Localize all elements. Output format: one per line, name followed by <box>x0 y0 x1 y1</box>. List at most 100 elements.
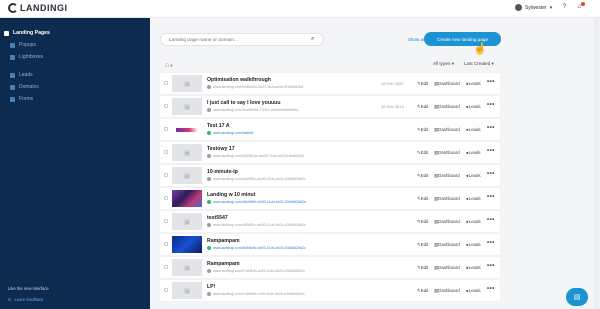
edit-button[interactable]: ✎Edit <box>417 196 428 202</box>
dashboard-button[interactable]: ▥Dashboard <box>434 265 460 271</box>
table-row[interactable]: ▣ Rampampam www.landingi.com/f7a0f1d4-a4f3… <box>160 257 500 278</box>
leads-button[interactable]: ●Leads <box>466 127 481 132</box>
page-title[interactable]: Landing w 10 minut <box>207 192 255 198</box>
sidebar-item-forms[interactable]: Forms <box>10 96 33 102</box>
dashboard-button[interactable]: ▥Dashboard <box>434 127 460 133</box>
search-icon[interactable]: ⌕ <box>311 36 314 43</box>
edit-button[interactable]: ✎Edit <box>417 173 428 179</box>
row-checkbox[interactable] <box>164 265 168 269</box>
leads-button[interactable]: ●Leads <box>466 288 481 293</box>
scrollbar[interactable] <box>594 18 599 309</box>
more-options-button[interactable]: ••• <box>487 125 495 131</box>
page-thumbnail[interactable]: ▣ <box>172 282 202 299</box>
dashboard-button[interactable]: ▥Dashboard <box>434 81 460 87</box>
more-options-button[interactable]: ••• <box>487 148 495 154</box>
table-row[interactable]: Landing w 10 minut www.landingi.com/d0d4f… <box>160 188 500 209</box>
leads-button[interactable]: ●Leads <box>466 173 481 178</box>
edit-button[interactable]: ✎Edit <box>417 150 428 156</box>
page-thumbnail[interactable]: ▣ <box>172 213 202 230</box>
page-title[interactable]: Testowy 17 <box>207 146 235 152</box>
more-options-button[interactable]: ••• <box>487 102 495 108</box>
table-row[interactable]: ▣ I just call to say I love youuuu www.lan… <box>160 96 500 117</box>
leads-button[interactable]: ●Leads <box>466 242 481 247</box>
page-title[interactable]: LP! <box>207 284 215 290</box>
dashboard-button[interactable]: ▥Dashboard <box>434 173 460 179</box>
search-input[interactable] <box>169 36 299 44</box>
row-checkbox[interactable] <box>164 127 168 131</box>
more-options-button[interactable]: ••• <box>487 171 495 177</box>
page-title[interactable]: test5547 <box>207 215 228 221</box>
page-thumbnail[interactable]: ▣ <box>172 75 202 92</box>
row-checkbox[interactable] <box>164 196 168 200</box>
page-url[interactable]: www.landingi.com/d0d4f85-cd4f3-11d4-bb21… <box>207 200 306 204</box>
page-thumbnail[interactable]: ▣ <box>172 98 202 115</box>
more-options-button[interactable]: ••• <box>487 194 495 200</box>
row-checkbox[interactable] <box>164 288 168 292</box>
sidebar-item-leads[interactable]: Leads <box>10 72 33 78</box>
page-thumbnail[interactable]: ▣ <box>172 167 202 184</box>
edit-button[interactable]: ✎Edit <box>417 242 428 248</box>
table-row[interactable]: ▣ Testowy 17 www.landingi.com/b83f82ae-ba2… <box>160 142 500 163</box>
type-filter[interactable]: All types ▾ <box>433 61 454 67</box>
dashboard-button[interactable]: ▥Dashboard <box>434 288 460 294</box>
leads-button[interactable]: ●Leads <box>466 150 481 155</box>
sidebar-item-lightboxes[interactable]: Lightboxes <box>10 54 43 60</box>
table-row[interactable]: Rampampam www.landingi.com/60b6a9c-cf4f3-… <box>160 234 500 255</box>
user-menu[interactable]: Sylwester ▾ <box>515 4 552 11</box>
sidebar-item-popups[interactable]: Popups <box>10 42 36 48</box>
leads-button[interactable]: ●Leads <box>466 265 481 270</box>
page-title[interactable]: Test 17 A <box>207 123 230 129</box>
more-options-button[interactable]: ••• <box>487 240 495 246</box>
create-landing-page-button[interactable]: Create new landing page <box>424 32 501 46</box>
dashboard-button[interactable]: ▥Dashboard <box>434 219 460 225</box>
feedback-link[interactable]: ✉ Learn feedback <box>8 297 43 302</box>
table-row[interactable]: ▣ test5547 www.landingi.com/b83f82c-ab4f3-… <box>160 211 500 232</box>
edit-button[interactable]: ✎Edit <box>417 104 428 110</box>
table-row[interactable]: ▣ 10-minute-lp www.landingi.com/9a2f82c-ab… <box>160 165 500 186</box>
page-thumbnail[interactable]: ▣ <box>172 144 202 161</box>
edit-button[interactable]: ✎Edit <box>417 219 428 225</box>
table-row[interactable]: ▣ LP! www.landingi.com/1d0b9be-c4f3-11d4-b… <box>160 280 500 301</box>
page-url[interactable]: www.landingi.com/taktest <box>207 131 253 135</box>
more-options-button[interactable]: ••• <box>487 79 495 85</box>
more-options-button[interactable]: ••• <box>487 263 495 269</box>
edit-button[interactable]: ✎Edit <box>417 265 428 271</box>
edit-button[interactable]: ✎Edit <box>417 288 428 294</box>
edit-button[interactable]: ✎Edit <box>417 81 428 87</box>
dashboard-button[interactable]: ▥Dashboard <box>434 196 460 202</box>
select-all-checkbox[interactable]: ☐ ▾ <box>165 63 173 69</box>
page-title[interactable]: Optimisation walkthrough <box>207 77 271 83</box>
page-title[interactable]: Rampampam <box>207 261 240 267</box>
sidebar-item-domains[interactable]: Domains <box>10 84 39 90</box>
dashboard-button[interactable]: ▥Dashboard <box>434 104 460 110</box>
leads-button[interactable]: ●Leads <box>466 196 481 201</box>
leads-button[interactable]: ●Leads <box>466 81 481 86</box>
dashboard-button[interactable]: ▥Dashboard <box>434 242 460 248</box>
row-checkbox[interactable] <box>164 219 168 223</box>
bell-icon[interactable]: ♫ <box>577 2 585 10</box>
table-row[interactable]: Test 17 A www.landingi.com/taktest ✎Edit ▥D… <box>160 119 500 140</box>
chat-icon[interactable]: ▤ <box>566 288 588 306</box>
page-thumbnail[interactable]: ▣ <box>172 259 202 276</box>
page-title[interactable]: 10-minute-lp <box>207 169 238 175</box>
row-checkbox[interactable] <box>164 242 168 246</box>
row-checkbox[interactable] <box>164 104 168 108</box>
page-thumbnail[interactable] <box>172 236 202 253</box>
page-thumbnail[interactable] <box>172 190 202 207</box>
help-button[interactable]: ? <box>563 4 566 10</box>
edit-button[interactable]: ✎Edit <box>417 127 428 133</box>
dashboard-button[interactable]: ▥Dashboard <box>434 150 460 156</box>
sort-select[interactable]: Last Created ▾ <box>464 61 494 67</box>
leads-button[interactable]: ●Leads <box>466 219 481 224</box>
page-title[interactable]: I just call to say I love youuuu <box>207 100 281 106</box>
leads-button[interactable]: ●Leads <box>466 104 481 109</box>
page-thumbnail[interactable] <box>172 121 202 138</box>
logo[interactable]: LANDINGI <box>8 3 68 13</box>
row-checkbox[interactable] <box>164 81 168 85</box>
row-checkbox[interactable] <box>164 150 168 154</box>
page-url[interactable]: www.landingi.com/60b6a9c-cf4f3-11d4-bb2b… <box>207 246 306 250</box>
table-row[interactable]: ▣ Optimisation walkthrough www.landingi.co… <box>160 73 500 94</box>
page-title[interactable]: Rampampam <box>207 238 240 244</box>
sidebar-item-landing-pages[interactable]: Landing Pages <box>4 30 50 36</box>
more-options-button[interactable]: ••• <box>487 286 495 292</box>
